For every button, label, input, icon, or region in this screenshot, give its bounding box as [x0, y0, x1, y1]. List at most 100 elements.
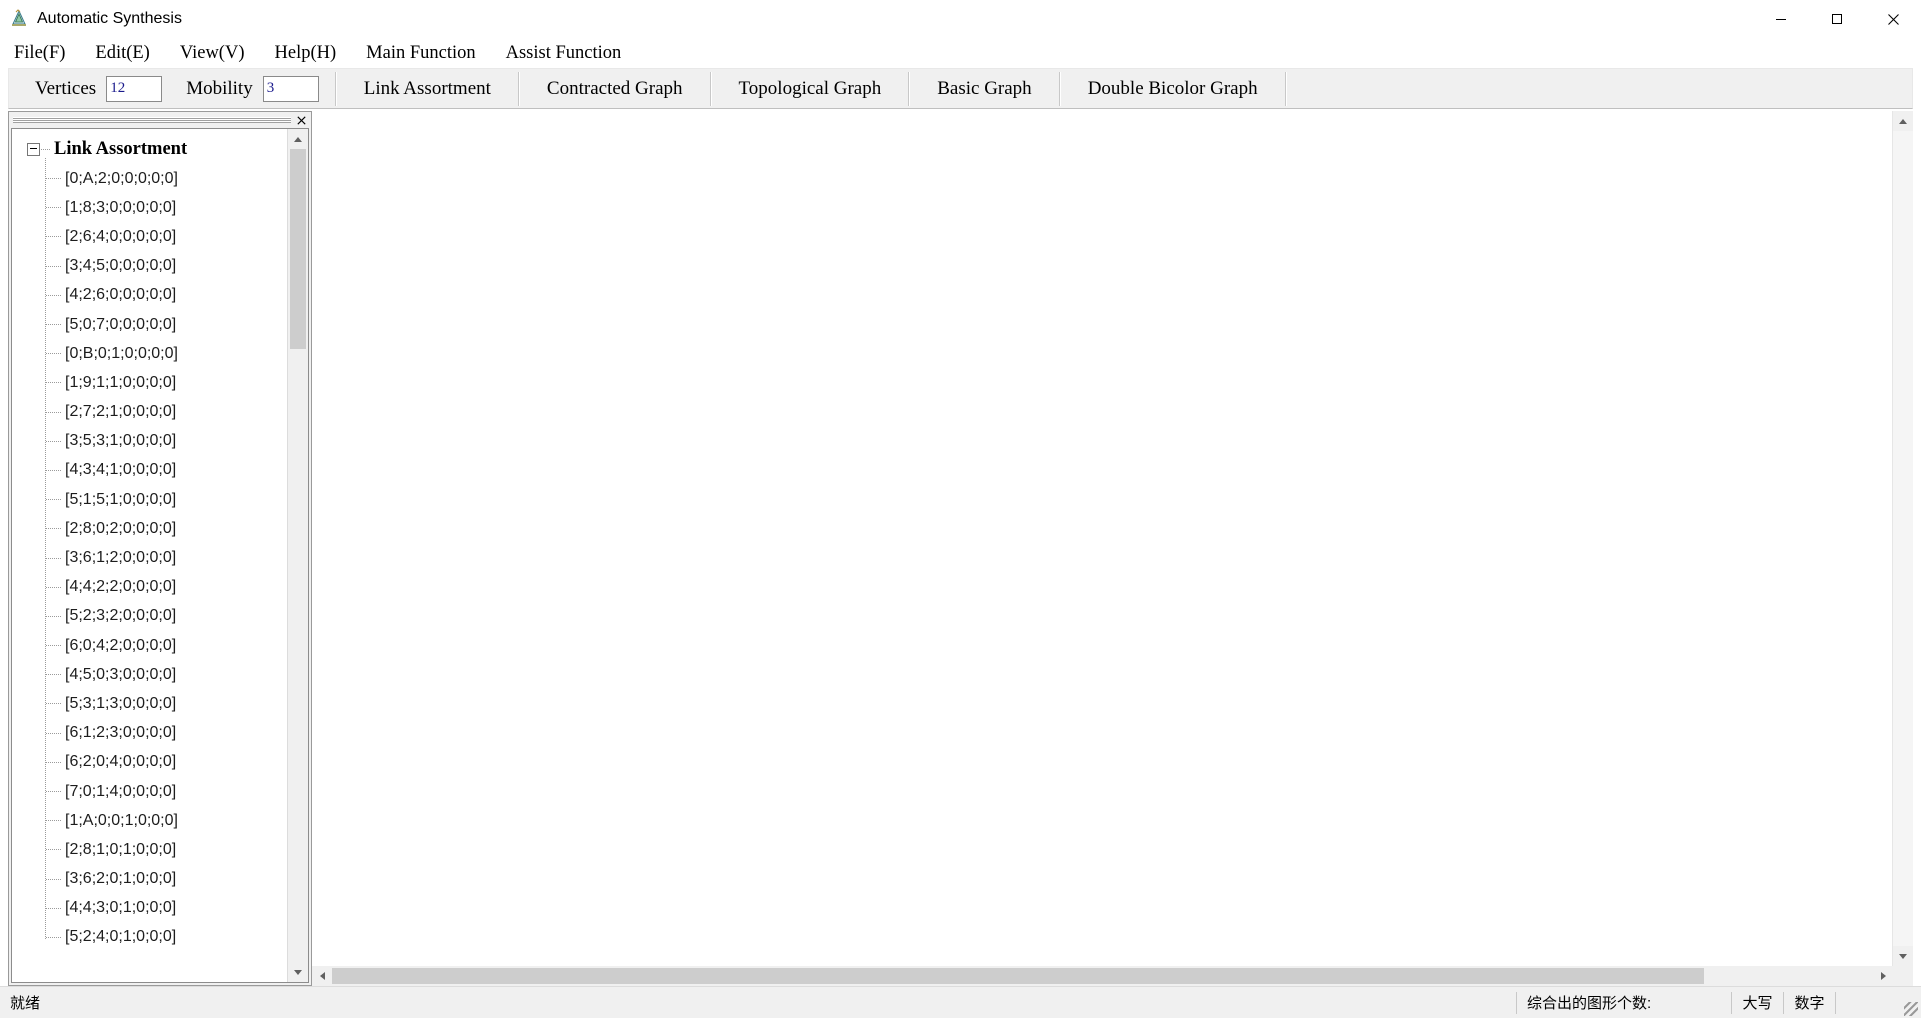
tree-item[interactable]: [4;3;4;1;0;0;0;0]	[45, 456, 287, 485]
tree-item[interactable]: [3;4;5;0;0;0;0;0]	[45, 252, 287, 281]
tree-item[interactable]: [1;A;0;0;1;0;0;0]	[45, 806, 287, 835]
tree-connector-line	[46, 265, 61, 267]
tree-item-label: [3;4;5;0;0;0;0;0]	[65, 257, 177, 275]
tree-connector-line	[46, 499, 61, 501]
tree-item-label: [7;0;1;4;0;0;0;0]	[65, 782, 177, 800]
tree-connector-line	[46, 878, 61, 880]
menu-item-help[interactable]: Help(H)	[275, 43, 351, 64]
close-button[interactable]	[1865, 0, 1921, 38]
tree-item[interactable]: [6;1;2;3;0;0;0;0]	[45, 719, 287, 748]
menu-item-view[interactable]: View(V)	[180, 43, 259, 64]
tree-item[interactable]: [0;B;0;1;0;0;0;0]	[45, 339, 287, 368]
tree-item[interactable]: [3;5;3;1;0;0;0;0]	[45, 427, 287, 456]
tree-item-label: [5;0;7;0;0;0;0;0]	[65, 315, 177, 333]
scroll-down-arrow-icon[interactable]	[1893, 946, 1913, 966]
tree-item[interactable]: [1;9;1;1;0;0;0;0]	[45, 368, 287, 397]
double-bicolor-graph-button[interactable]: Double Bicolor Graph	[1068, 73, 1277, 104]
tree-scroll-track[interactable]	[288, 149, 308, 962]
tree-item-label: [0;A;2;0;0;0;0;0]	[65, 169, 178, 187]
graph-canvas[interactable]	[312, 111, 1892, 966]
menu-item-assist-function[interactable]: Assist Function	[506, 43, 636, 64]
tree-item[interactable]: [4;4;2;2;0;0;0;0]	[45, 573, 287, 602]
tree-connector-line	[46, 936, 61, 938]
scrollbar-corner	[1893, 966, 1913, 986]
canvas-scroll-track[interactable]	[1893, 131, 1913, 946]
scroll-up-arrow-icon[interactable]	[1893, 111, 1913, 131]
tree-item[interactable]: [3;6;1;2;0;0;0;0]	[45, 543, 287, 572]
resize-grip-icon[interactable]	[1897, 987, 1921, 1019]
tree-item[interactable]: [4;5;0;3;0;0;0;0]	[45, 660, 287, 689]
link-assortment-button[interactable]: Link Assortment	[344, 73, 510, 104]
menu-item-file[interactable]: File(F)	[14, 43, 79, 64]
tree-connector-line	[46, 703, 61, 705]
tree-item[interactable]: [4;4;3;0;1;0;0;0]	[45, 894, 287, 923]
tree-item[interactable]: [5;0;7;0;0;0;0;0]	[45, 310, 287, 339]
tree-item[interactable]: [2;8;1;0;1;0;0;0]	[45, 835, 287, 864]
tree-item-label: [4;2;6;0;0;0;0;0]	[65, 286, 177, 304]
app-icon	[9, 9, 29, 29]
tree-item[interactable]: [1;8;3;0;0;0;0;0]	[45, 193, 287, 222]
scroll-up-arrow-icon[interactable]	[288, 129, 308, 149]
minimize-button[interactable]	[1753, 0, 1809, 38]
tree-connector-line	[46, 528, 61, 530]
tree-item[interactable]: [3;6;2;0;1;0;0;0]	[45, 865, 287, 894]
tree-vertical-scrollbar[interactable]	[287, 129, 308, 982]
status-ready-text: 就绪	[10, 995, 41, 1012]
tree-item-label: [6;0;4;2;0;0;0;0]	[65, 636, 177, 654]
tree-item-label: [3;6;1;2;0;0;0;0]	[65, 549, 177, 567]
tree-item-label: [6;2;0;4;0;0;0;0]	[65, 753, 177, 771]
topological-graph-button[interactable]: Topological Graph	[719, 73, 901, 104]
collapse-expand-icon[interactable]	[27, 143, 40, 156]
graph-client-area	[312, 111, 1913, 986]
tree-item[interactable]: [2;7;2;1;0;0;0;0]	[45, 398, 287, 427]
tree-connector-line	[46, 207, 61, 209]
tree-item[interactable]: [5;1;5;1;0;0;0;0]	[45, 485, 287, 514]
canvas-horizontal-scrollbar[interactable]	[312, 966, 1913, 986]
tree-item[interactable]: [4;2;6;0;0;0;0;0]	[45, 281, 287, 310]
pane-drag-handle[interactable]	[9, 112, 311, 128]
tree-item-label: [5;1;5;1;0;0;0;0]	[65, 490, 177, 508]
tree-item-label: [2;8;1;0;1;0;0;0]	[65, 840, 177, 858]
tree-connector-line	[46, 761, 61, 763]
window-title: Automatic Synthesis	[37, 10, 182, 27]
tree-item[interactable]: [5;3;1;3;0;0;0;0]	[45, 689, 287, 718]
canvas-hscroll-thumb[interactable]	[332, 968, 1704, 984]
vertices-input[interactable]	[106, 75, 163, 102]
tree-item[interactable]: [5;2;4;0;1;0;0;0]	[45, 923, 287, 952]
tree-item[interactable]: [0;A;2;0;0;0;0;0]	[45, 164, 287, 193]
pane-close-icon[interactable]	[295, 114, 307, 126]
toolbar-separator	[334, 71, 337, 106]
scroll-down-arrow-icon[interactable]	[288, 962, 308, 982]
toolbar-separator	[709, 71, 712, 106]
mobility-input[interactable]	[262, 75, 319, 102]
tree-connector-line	[46, 615, 61, 617]
tree-connector-line	[46, 353, 61, 355]
tree-connector-line	[46, 820, 61, 822]
tree-item[interactable]: [6;2;0;4;0;0;0;0]	[45, 748, 287, 777]
tree-item-label: [4;4;3;0;1;0;0;0]	[65, 899, 177, 917]
scroll-right-arrow-icon[interactable]	[1873, 966, 1893, 986]
tree-item[interactable]: [6;0;4;2;0;0;0;0]	[45, 631, 287, 660]
title-bar-left: Automatic Synthesis	[0, 9, 182, 29]
scroll-left-arrow-icon[interactable]	[312, 966, 332, 986]
canvas-hscroll-track[interactable]	[332, 966, 1873, 986]
tree-root-node[interactable]: Link Assortment	[18, 135, 287, 164]
tree-view[interactable]: Link Assortment [0;A;2;0;0;0;0;0] [1;8;3…	[12, 129, 287, 982]
tree-connector-line	[46, 849, 61, 851]
maximize-button[interactable]	[1809, 0, 1865, 38]
link-assortment-pane: Link Assortment [0;A;2;0;0;0;0;0] [1;8;3…	[8, 111, 312, 986]
tree-item[interactable]: [7;0;1;4;0;0;0;0]	[45, 777, 287, 806]
mobility-label: Mobility	[186, 77, 253, 99]
canvas-vertical-scrollbar[interactable]	[1892, 111, 1913, 966]
basic-graph-button[interactable]: Basic Graph	[918, 73, 1051, 104]
tree-item[interactable]: [2;6;4;0;0;0;0;0]	[45, 222, 287, 251]
tree-item[interactable]: [2;8;0;2;0;0;0;0]	[45, 514, 287, 543]
tree-item[interactable]: [5;2;3;2;0;0;0;0]	[45, 602, 287, 631]
tree-scroll-thumb[interactable]	[290, 149, 306, 349]
status-graph-count-label: 综合出的图形个数:	[1516, 991, 1731, 1014]
menu-item-edit[interactable]: Edit(E)	[95, 43, 163, 64]
contracted-graph-button[interactable]: Contracted Graph	[527, 73, 702, 104]
tree-view-box: Link Assortment [0;A;2;0;0;0;0;0] [1;8;3…	[11, 128, 309, 983]
menu-item-main-function[interactable]: Main Function	[366, 43, 489, 64]
tree-item-label: [5;3;1;3;0;0;0;0]	[65, 694, 177, 712]
